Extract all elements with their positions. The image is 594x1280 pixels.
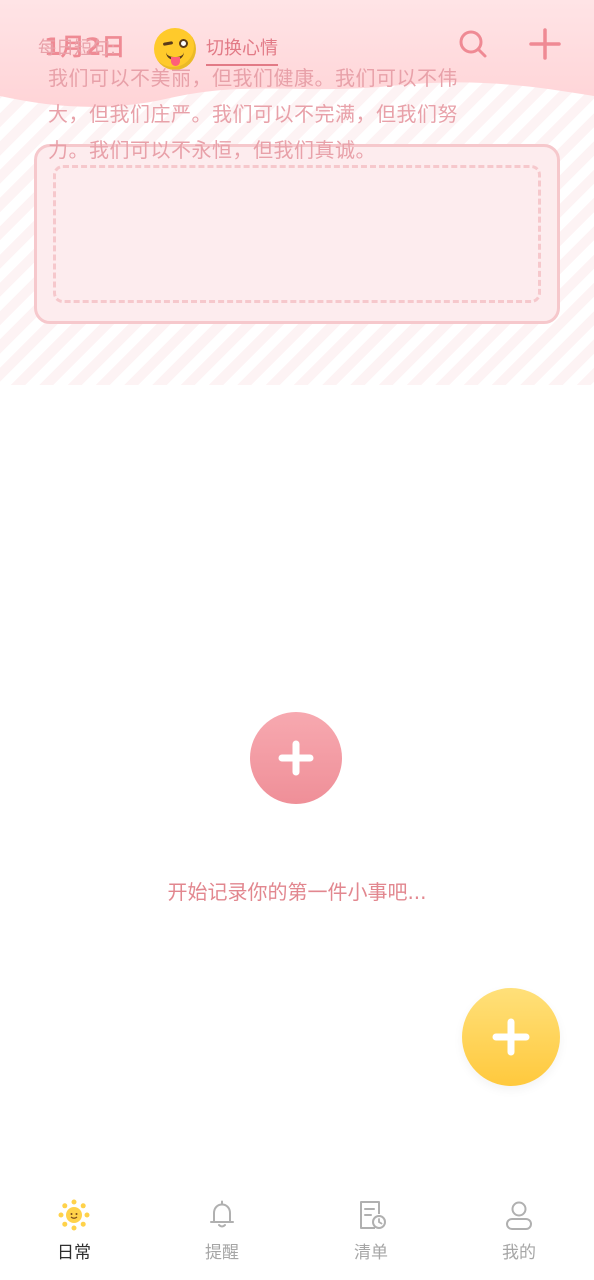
- add-first-entry-button[interactable]: [250, 712, 342, 804]
- nav-label: 提醒: [205, 1243, 239, 1263]
- floating-add-button[interactable]: [462, 988, 560, 1086]
- quote-text: 我们可以不美丽，但我们健康。我们可以不伟大，但我们庄严。我们可以不完满，但我们努…: [48, 66, 458, 162]
- nav-item-reminder[interactable]: 提醒: [162, 1198, 282, 1278]
- checklist-clock-icon: [360, 1201, 386, 1229]
- daily-quote-card: [34, 144, 560, 324]
- nav-label: 清单: [354, 1243, 388, 1263]
- nav-label: 日常: [57, 1243, 91, 1263]
- bell-icon: [210, 1200, 234, 1228]
- nav-item-me[interactable]: 我的: [459, 1198, 579, 1278]
- plus-icon: [278, 740, 314, 776]
- nav-label: 我的: [502, 1243, 536, 1263]
- quote-dashed-border: [53, 165, 541, 303]
- nav-item-checklist[interactable]: 清单: [311, 1198, 431, 1278]
- quote-title: 每日短句:: [38, 38, 117, 59]
- nav-item-daily[interactable]: 日常: [14, 1198, 134, 1278]
- user-icon: [506, 1201, 532, 1230]
- plus-icon: [492, 1018, 530, 1056]
- plus-icon: [529, 28, 561, 60]
- bottom-navigation: 日常 提醒 清单 我的: [0, 1180, 594, 1280]
- search-icon: [459, 30, 487, 58]
- add-button[interactable]: [523, 22, 567, 66]
- sun-icon: [58, 1199, 90, 1231]
- empty-state-hint: 开始记录你的第一件小事吧...: [167, 880, 427, 904]
